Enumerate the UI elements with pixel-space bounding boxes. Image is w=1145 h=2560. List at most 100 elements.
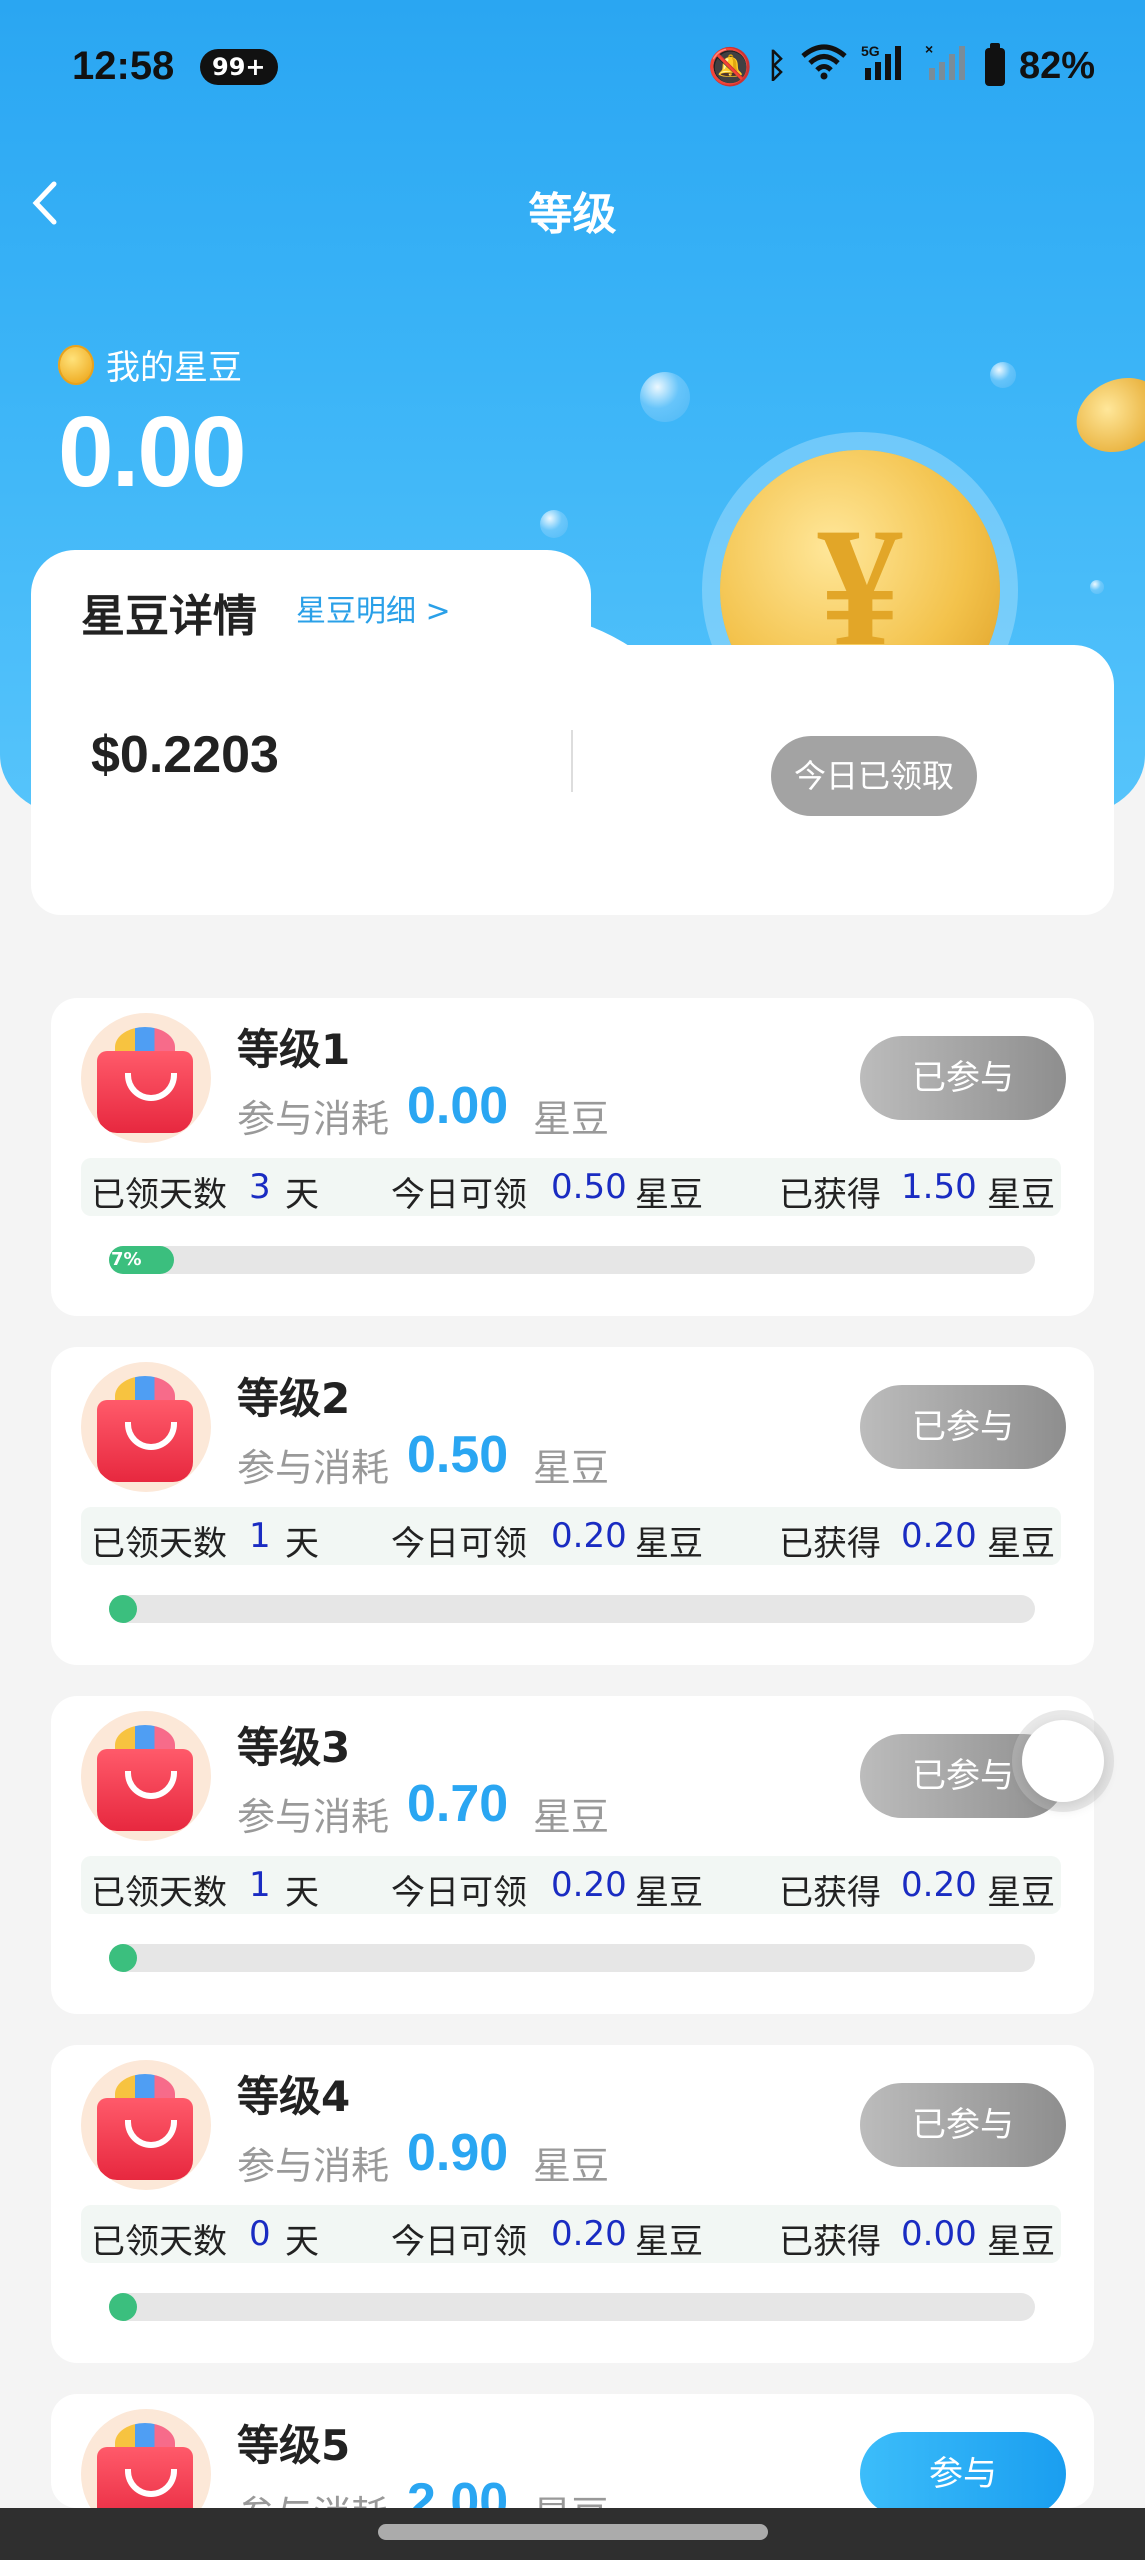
bag-smile [125, 1073, 177, 1101]
today-available-unit: 星豆 [635, 1175, 703, 1215]
today-available-value: 0.20 [551, 1865, 627, 1905]
level-card: 等级1 参与消耗 0.00 星豆 已参与 已领天数 3 天 今日可领 0.50 … [51, 998, 1094, 1316]
earned-value: 0.20 [901, 1865, 977, 1905]
coin-icon [58, 344, 94, 385]
earned-unit: 星豆 [987, 2222, 1055, 2262]
earned-label: 已获得 [779, 1175, 881, 1215]
bag-smile [125, 2120, 177, 2148]
battery-percent: 82% [1018, 45, 1095, 87]
bean-detail-link[interactable]: 星豆明细 > [296, 586, 451, 630]
level-card: 等级5 参与消耗 2.00 星豆 参与 [51, 2394, 1094, 2539]
earned-label: 已获得 [779, 1524, 881, 1564]
level-card: 等级2 参与消耗 0.50 星豆 已参与 已领天数 1 天 今日可领 0.20 … [51, 1347, 1094, 1665]
earned-unit: 星豆 [987, 1524, 1055, 1564]
cost-label: 参与消耗 [237, 1097, 390, 1141]
cost-unit: 星豆 [533, 1795, 610, 1839]
earned-value: 1.50 [901, 1167, 977, 1207]
cost-value: 0.70 [407, 1775, 509, 1833]
days-claimed-unit: 天 [285, 1873, 319, 1913]
detail-title: 星豆详情 [81, 591, 257, 642]
system-nav-bar [0, 2508, 1145, 2560]
days-claimed-value: 0 [249, 2214, 271, 2254]
earned-label: 已获得 [779, 2222, 881, 2262]
page-title: 等级 [528, 189, 617, 240]
days-claimed-value: 1 [249, 1516, 271, 1556]
bag-smile [125, 1422, 177, 1450]
today-available-label: 今日可领 [391, 2222, 527, 2262]
bag-smile [125, 1771, 177, 1799]
cost-value: 0.00 [407, 1077, 509, 1135]
shopping-bag-icon [97, 1400, 193, 1482]
bubble-decoration [540, 510, 568, 538]
earned-value: 0.20 [901, 1516, 977, 1556]
bag-smile [125, 2469, 177, 2497]
earned-label: 已获得 [779, 1873, 881, 1913]
level-card: 等级3 参与消耗 0.70 星豆 已参与 已领天数 1 天 今日可领 0.20 … [51, 1696, 1094, 2014]
battery-icon [984, 42, 1005, 86]
progress-fill: 7% [109, 1246, 174, 1274]
today-available-value: 0.20 [551, 2214, 627, 2254]
level-name: 等级1 [237, 1025, 351, 1074]
earned-unit: 星豆 [987, 1873, 1055, 1913]
bluetooth-icon: ᛒ [766, 47, 787, 85]
level-stats: 已领天数 1 天 今日可领 0.20 星豆 已获得 0.20 星豆 [81, 1507, 1061, 1565]
joined-button[interactable]: 已参与 [860, 1036, 1066, 1120]
days-claimed-label: 已领天数 [91, 1524, 227, 1564]
cost-label: 参与消耗 [237, 2144, 390, 2188]
level-name: 等级2 [237, 1374, 351, 1423]
progress-dot [109, 1595, 137, 1623]
days-claimed-unit: 天 [285, 2222, 319, 2262]
earned-unit: 星豆 [987, 1175, 1055, 1215]
mute-bell-icon: 🔕 [707, 45, 753, 87]
days-claimed-label: 已领天数 [91, 1175, 227, 1215]
cost-label: 参与消耗 [237, 1795, 390, 1839]
joined-button[interactable]: 已参与 [860, 1385, 1066, 1469]
progress-track [109, 1944, 1035, 1972]
today-available-label: 今日可领 [391, 1175, 527, 1215]
svg-text:×: × [925, 42, 933, 57]
joined-button[interactable]: 已参与 [860, 2083, 1066, 2167]
today-available-unit: 星豆 [635, 2222, 703, 2262]
network-label: 5G [861, 43, 880, 59]
signal-icon: 5G [861, 42, 911, 91]
days-claimed-label: 已领天数 [91, 1873, 227, 1913]
level-avatar [81, 1013, 211, 1143]
level-stats: 已领天数 3 天 今日可领 0.50 星豆 已获得 1.50 星豆 [81, 1158, 1061, 1216]
days-claimed-label: 已领天数 [91, 2222, 227, 2262]
wallet-label-row: 我的星豆 [58, 340, 242, 389]
shopping-bag-icon [97, 2098, 193, 2180]
level-name: 等级4 [237, 2072, 351, 2121]
today-available-value: 0.50 [551, 1167, 627, 1207]
level-stats: 已领天数 0 天 今日可领 0.20 星豆 已获得 0.00 星豆 [81, 2205, 1061, 2263]
level-card: 等级4 参与消耗 0.90 星豆 已参与 已领天数 0 天 今日可领 0.20 … [51, 2045, 1094, 2363]
level-stats: 已领天数 1 天 今日可领 0.20 星豆 已获得 0.20 星豆 [81, 1856, 1061, 1914]
progress-dot [109, 2293, 137, 2321]
days-claimed-unit: 天 [285, 1524, 319, 1564]
cost-label: 参与消耗 [237, 1446, 390, 1490]
bubble-decoration [990, 362, 1016, 388]
claimed-today-button[interactable]: 今日已领取 [771, 736, 977, 816]
divider [571, 730, 573, 792]
floating-assist-ball[interactable] [1022, 1720, 1104, 1802]
cost-value: 0.50 [407, 1426, 509, 1484]
level-avatar [81, 2060, 211, 2190]
progress-dot [109, 1944, 137, 1972]
coin-illustration-small [1064, 364, 1145, 466]
progress-track [109, 1595, 1035, 1623]
shopping-bag-icon [97, 1749, 193, 1831]
cost-value: 0.90 [407, 2124, 509, 2182]
today-available-unit: 星豆 [635, 1873, 703, 1913]
home-gesture-handle[interactable] [378, 2524, 768, 2540]
wallet-balance: 0.00 [58, 396, 247, 508]
notification-badge: 99+ [200, 49, 278, 85]
progress-track [109, 2293, 1035, 2321]
today-available-label: 今日可领 [391, 1524, 527, 1564]
bean-detail-card: 星豆详情 星豆明细 > $0.2203 今日已领取 [31, 550, 1114, 915]
level-name: 等级3 [237, 1723, 351, 1772]
days-claimed-value: 3 [249, 1167, 271, 1207]
today-available-unit: 星豆 [635, 1524, 703, 1564]
status-time: 12:58 [72, 44, 175, 88]
wifi-icon [801, 44, 847, 89]
days-claimed-value: 1 [249, 1865, 271, 1905]
join-button[interactable]: 参与 [860, 2432, 1066, 2516]
